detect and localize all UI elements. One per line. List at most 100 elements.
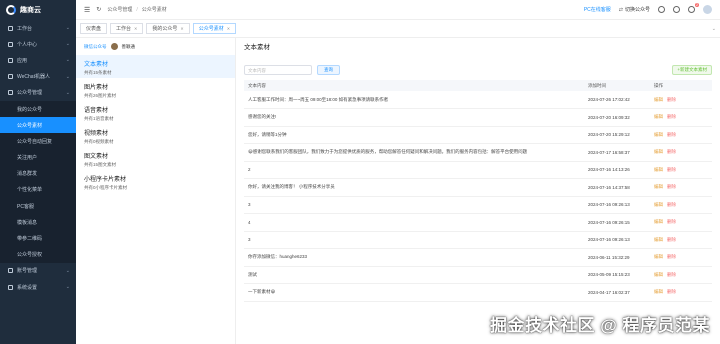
sidebar-item[interactable]: 账号管理 ⌄ — [0, 263, 76, 279]
add-text-material-button[interactable]: +新建文本素材 — [672, 65, 712, 75]
sidebar-item[interactable]: 个人中心 ⌄ — [0, 36, 76, 52]
tab-item[interactable]: 工作台 ✕ — [110, 23, 144, 34]
edit-button[interactable]: 编辑 — [654, 132, 663, 137]
sidebar-item[interactable]: 关注用户 — [0, 149, 76, 166]
chevron-down-icon[interactable]: ⌄ — [712, 26, 716, 32]
column-header-actions: 操作 — [650, 80, 712, 91]
sidebar-item[interactable]: PC客服 — [0, 198, 76, 215]
category-count: 共有0小程序卡片素材 — [84, 185, 128, 190]
edit-button[interactable]: 编辑 — [654, 254, 663, 259]
sidebar-item[interactable]: 公众号素材 — [0, 117, 76, 134]
sidebar-item[interactable]: 带参二维码 — [0, 230, 76, 247]
delete-button[interactable]: 删除 — [667, 184, 676, 189]
refresh-icon[interactable]: ↻ — [96, 6, 101, 13]
cell-actions: 编辑 删除 — [650, 213, 712, 232]
chevron-down-icon: ⌄ — [65, 57, 70, 64]
menu-icon — [8, 57, 13, 63]
bell-icon[interactable]: 2 — [688, 3, 699, 13]
user-avatar[interactable] — [703, 5, 712, 14]
edit-button[interactable]: 编辑 — [654, 184, 663, 189]
delete-button[interactable]: 删除 — [667, 202, 676, 207]
sidebar-item-label: 个性化菜单 — [17, 187, 43, 194]
category-item[interactable]: 语音素材 共有1语音素材 — [76, 101, 235, 124]
close-icon[interactable]: ✕ — [134, 26, 137, 31]
delete-button[interactable]: 删除 — [667, 254, 676, 259]
edit-button[interactable]: 编辑 — [654, 289, 663, 294]
category-item[interactable]: 图文素材 共有15图文素材 — [76, 147, 235, 170]
sidebar-menu: 工作台 ⌄ 个人中心 ⌄ 应用 ⌄ WeChat机器人 ⌄ 公众号管理 ⌄ 我的公众号 公众号素材公众… — [0, 20, 76, 295]
table-row: 感谢您的关注! 2024-07-20 16:09:32 编辑 删除 — [244, 108, 712, 127]
table-row: 4 2024-07-16 09:26:15 编辑 删除 — [244, 213, 712, 232]
category-item[interactable]: 视频素材 共有0视频素材 — [76, 124, 235, 147]
sidebar-item[interactable]: 消息群发 — [0, 165, 76, 182]
sidebar: 趣商云 工作台 ⌄ 个人中心 ⌄ 应用 ⌄ WeChat机器人 ⌄ 公众号管理 ⌄ 我的公众号 公众号… — [0, 0, 76, 344]
cell-time: 2024-07-16 14:37:58 — [584, 178, 650, 197]
sidebar-item[interactable]: 系统设置 ⌄ — [0, 279, 76, 295]
edit-button[interactable]: 编辑 — [654, 237, 663, 242]
tab-label: 工作台 — [116, 26, 132, 32]
logo: 趣商云 — [0, 0, 76, 20]
sidebar-item-label: 公众号自动回复 — [17, 138, 53, 145]
breadcrumb-separator: / — [136, 6, 138, 13]
account-switch-link[interactable]: 微信公众号 — [84, 44, 107, 50]
tab-item[interactable]: 仪表盘 — [80, 23, 108, 34]
account-name: 善颖通 — [121, 43, 136, 49]
category-item[interactable]: 小程序卡片素材 共有0小程序卡片素材 — [76, 170, 235, 193]
edit-button[interactable]: 编辑 — [654, 202, 663, 207]
switch-account-button[interactable]: ⇄ 切换公众号 — [618, 6, 650, 14]
close-icon[interactable]: ✕ — [180, 26, 183, 31]
edit-button[interactable]: 编辑 — [654, 167, 663, 172]
category-item[interactable]: 图片素材 共有26图片素材 — [76, 78, 235, 101]
delete-button[interactable]: 删除 — [667, 114, 676, 119]
sidebar-item[interactable]: WeChat机器人 ⌄ — [0, 69, 76, 85]
delete-button[interactable]: 删除 — [667, 237, 676, 242]
cell-actions: 编辑 删除 — [650, 178, 712, 197]
sidebar-item[interactable]: 我的公众号 — [0, 100, 76, 118]
breadcrumb-item[interactable]: 公众号管理 — [107, 6, 132, 13]
cell-time: 2024-07-26 17:02:42 — [584, 91, 650, 109]
headset-icon[interactable] — [673, 6, 680, 13]
collapse-menu-icon[interactable]: ☰ — [84, 6, 90, 14]
delete-button[interactable]: 删除 — [667, 132, 676, 137]
edit-button[interactable]: 编辑 — [654, 219, 663, 224]
tab-item[interactable]: 公众号素材 ✕ — [192, 23, 237, 34]
switch-icon: ⇄ — [618, 6, 623, 13]
menu-icon — [8, 284, 13, 290]
sidebar-item[interactable]: 应用 ⌄ — [0, 52, 76, 68]
tab-item[interactable]: 我的公众号 ✕ — [146, 23, 190, 34]
edit-button[interactable]: 编辑 — [654, 149, 663, 154]
table-row: 3 2024-07-16 09:26:13 编辑 删除 — [244, 196, 712, 214]
search-icon[interactable] — [658, 6, 665, 13]
search-input[interactable] — [244, 65, 312, 75]
table-row: 您好，请稍等1分钟 2024-07-20 15:29:12 编辑 删除 — [244, 126, 712, 144]
edit-button[interactable]: 编辑 — [654, 97, 663, 102]
material-table: 文本内容 添加时间 操作 人工客服工作时间：周一~周五 09:00至18:00 … — [244, 80, 712, 302]
cell-time: 2024-07-20 15:29:12 — [584, 126, 650, 144]
delete-button[interactable]: 删除 — [667, 272, 676, 277]
delete-button[interactable]: 删除 — [667, 219, 676, 224]
category-name: 语音素材 — [84, 108, 109, 114]
cell-actions: 编辑 删除 — [650, 143, 712, 162]
sidebar-item[interactable]: 工作台 ⌄ — [0, 20, 76, 36]
cell-content: 您好，请稍等1分钟 — [244, 126, 584, 144]
sidebar-item[interactable]: 模板消息 — [0, 214, 76, 231]
sidebar-item[interactable]: 公众号授权 — [0, 246, 76, 263]
sidebar-item[interactable]: 公众号管理 ⌄ — [0, 85, 76, 101]
edit-button[interactable]: 编辑 — [654, 114, 663, 119]
cell-content: 2 — [244, 161, 584, 179]
query-button[interactable]: 查询 — [317, 65, 340, 75]
edit-button[interactable]: 编辑 — [654, 272, 663, 277]
delete-button[interactable]: 删除 — [667, 167, 676, 172]
sidebar-item[interactable]: 公众号自动回复 — [0, 133, 76, 150]
delete-button[interactable]: 删除 — [667, 289, 676, 294]
pc-service-link[interactable]: PC在线客服 — [584, 6, 611, 13]
category-item[interactable]: 文本素材 共有15条素材 — [76, 55, 235, 78]
close-icon[interactable]: ✕ — [227, 26, 230, 31]
table-row: 人工客服工作时间：周一~周五 09:00至18:00 如有紧急事项请联系作者 20… — [244, 91, 712, 109]
cell-content: 一下新素材😀 — [244, 283, 584, 302]
account-row: 微信公众号 善颖通 — [76, 38, 235, 55]
delete-button[interactable]: 删除 — [667, 97, 676, 102]
sidebar-item[interactable]: 个性化菜单 — [0, 181, 76, 199]
delete-button[interactable]: 删除 — [667, 149, 676, 154]
cell-actions: 编辑 删除 — [650, 231, 712, 249]
